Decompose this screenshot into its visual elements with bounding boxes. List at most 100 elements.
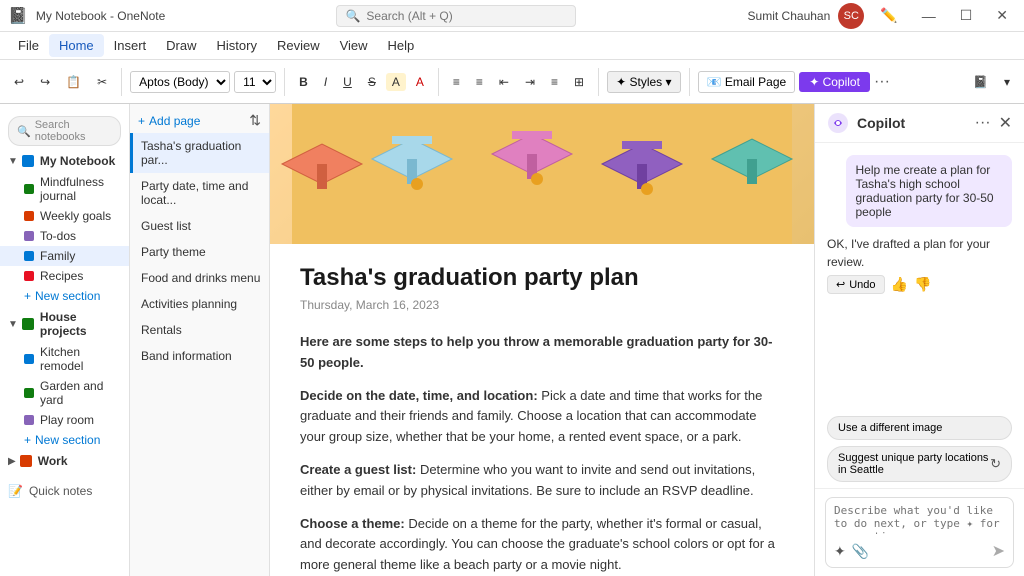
indent-button[interactable]: ⇥ xyxy=(519,71,541,93)
notebooks-search-box[interactable]: 🔍 Search notebooks xyxy=(8,116,121,146)
menu-history[interactable]: History xyxy=(207,34,267,57)
search-box[interactable]: 🔍 xyxy=(336,5,576,27)
menu-review[interactable]: Review xyxy=(267,34,330,57)
title-bar-right: Sumit Chauhan SC ✏️ — ☐ ✕ xyxy=(748,3,1016,29)
suggest-party-locations-button[interactable]: Suggest unique party locations in Seattl… xyxy=(827,446,1012,482)
house-projects-header[interactable]: ▼ House projects xyxy=(0,306,129,342)
bolt-button[interactable]: ✦ xyxy=(834,543,846,560)
work-header[interactable]: ▶ Work xyxy=(0,450,129,472)
font-family-select[interactable]: Aptos (Body) xyxy=(130,71,230,93)
page-item-band[interactable]: Band information xyxy=(130,343,269,369)
add-page-button[interactable]: + Add page xyxy=(138,114,200,128)
section-garden[interactable]: Garden and yard xyxy=(0,376,129,410)
copilot-title: Copilot xyxy=(857,115,967,131)
email-page-button[interactable]: 📧 Email Page xyxy=(698,71,796,93)
close-button[interactable]: ✕ xyxy=(988,3,1016,28)
menu-insert[interactable]: Insert xyxy=(104,34,157,57)
undo-icon: ↩ xyxy=(836,278,845,291)
thumbs-up-button[interactable]: 👍 xyxy=(891,276,908,293)
maximize-button[interactable]: ☐ xyxy=(952,3,981,28)
page-item-activities[interactable]: Activities planning xyxy=(130,291,269,317)
minimize-button[interactable]: — xyxy=(914,4,944,28)
font-color-button[interactable]: A xyxy=(410,71,430,93)
copilot-close-button[interactable]: ✕ xyxy=(999,113,1012,133)
highlight-button[interactable]: A xyxy=(386,73,406,91)
menu-view[interactable]: View xyxy=(330,34,378,57)
page-item-tasha[interactable]: Tasha's graduation par... xyxy=(130,133,269,173)
align-button[interactable]: ≡ xyxy=(545,71,564,93)
bold-button[interactable]: B xyxy=(293,71,314,93)
play-room-dot xyxy=(24,415,34,425)
page-item-guest-list[interactable]: Guest list xyxy=(130,213,269,239)
page-body[interactable]: Here are some steps to help you throw a … xyxy=(300,332,784,576)
page-item-party-theme[interactable]: Party theme xyxy=(130,239,269,265)
pages-sidebar: + Add page ⇅ Tasha's graduation par... P… xyxy=(130,104,270,576)
undo-label: Undo xyxy=(849,279,875,291)
menu-home[interactable]: Home xyxy=(49,34,104,57)
weekly-goals-label: Weekly goals xyxy=(40,209,111,223)
format-button[interactable]: ⊞ xyxy=(568,71,590,93)
undo-button-copilot[interactable]: ↩ Undo xyxy=(827,275,885,294)
page-item-rentals[interactable]: Rentals xyxy=(130,317,269,343)
menu-file[interactable]: File xyxy=(8,34,49,57)
thumbs-down-button[interactable]: 👎 xyxy=(914,276,931,293)
search-area: 🔍 xyxy=(165,5,747,27)
section-kitchen[interactable]: Kitchen remodel xyxy=(0,342,129,376)
copilot-ai-message: OK, I've drafted a plan for your review.… xyxy=(827,235,1012,294)
attach-button[interactable]: 📎 xyxy=(852,543,869,560)
pages-view-button[interactable]: ▾ xyxy=(998,71,1016,93)
italic-button[interactable]: I xyxy=(318,71,333,93)
strikethrough-button[interactable]: S xyxy=(362,71,382,93)
undo-button[interactable]: ↩ xyxy=(8,71,30,93)
garden-label: Garden and yard xyxy=(40,379,121,407)
page-item-party-date[interactable]: Party date, time and locat... xyxy=(130,173,269,213)
user-name: Sumit Chauhan xyxy=(748,9,831,23)
menu-draw[interactable]: Draw xyxy=(156,34,206,57)
section-weekly-goals[interactable]: Weekly goals xyxy=(0,206,129,226)
copilot-ribbon-button[interactable]: ✦ Copilot xyxy=(799,72,870,92)
clipboard-button[interactable]: 📋 xyxy=(60,71,87,93)
new-section-house[interactable]: +New section xyxy=(0,430,129,450)
ribbon-separator-2 xyxy=(284,68,285,96)
send-button[interactable]: ➤ xyxy=(992,541,1005,561)
redo-button[interactable]: ↪ xyxy=(34,71,56,93)
copilot-more-button[interactable]: ··· xyxy=(975,114,991,132)
section-family[interactable]: Family xyxy=(0,246,129,266)
section-date-heading: Decide on the date, time, and location: xyxy=(300,388,538,403)
font-size-select[interactable]: 11 xyxy=(234,71,276,93)
undo-area: ↩ Undo 👍 👎 xyxy=(827,275,1012,294)
outdent-button[interactable]: ⇤ xyxy=(493,71,515,93)
menu-bar: File Home Insert Draw History Review Vie… xyxy=(0,32,1024,60)
styles-button[interactable]: ✦ Styles ▾ xyxy=(607,71,680,93)
pen-icon-btn[interactable]: ✏️ xyxy=(872,3,905,28)
house-projects-expand-icon: ▼ xyxy=(8,319,18,330)
section-play-room[interactable]: Play room xyxy=(0,410,129,430)
section-todos[interactable]: To-dos xyxy=(0,226,129,246)
section-guest-para: Create a guest list: Determine who you w… xyxy=(300,460,784,502)
page-header-image xyxy=(270,104,814,244)
user-message-text: Help me create a plan for Tasha's high s… xyxy=(856,163,994,219)
search-input[interactable] xyxy=(366,9,546,23)
cut-button[interactable]: ✂ xyxy=(91,71,113,93)
kitchen-label: Kitchen remodel xyxy=(40,345,121,373)
bullet-list-button[interactable]: ≡ xyxy=(447,71,466,93)
more-options-button[interactable]: ··· xyxy=(874,73,890,91)
family-dot xyxy=(24,251,34,261)
copilot-input-actions: ✦ 📎 ➤ xyxy=(834,541,1005,561)
section-recipes[interactable]: Recipes xyxy=(0,266,129,286)
quick-notes[interactable]: 📝 Quick notes xyxy=(0,480,129,502)
page-item-food[interactable]: Food and drinks menu xyxy=(130,265,269,291)
menu-help[interactable]: Help xyxy=(378,34,425,57)
underline-button[interactable]: U xyxy=(337,71,358,93)
new-section-my-notebook[interactable]: +New section xyxy=(0,286,129,306)
my-notebook-header[interactable]: ▼ My Notebook xyxy=(0,150,129,172)
section-mindfulness[interactable]: Mindfulness journal xyxy=(0,172,129,206)
sort-pages-button[interactable]: ⇅ xyxy=(249,112,261,129)
copilot-input[interactable] xyxy=(834,504,1005,534)
numbered-list-button[interactable]: ≡ xyxy=(470,71,489,93)
weekly-goals-dot xyxy=(24,211,34,221)
suggest-label: Suggest unique party locations in Seattl… xyxy=(838,452,990,476)
notebook-view-button[interactable]: 📓 xyxy=(967,71,994,93)
title-bar: 📓 My Notebook - OneNote 🔍 Sumit Chauhan … xyxy=(0,0,1024,32)
use-different-image-button[interactable]: Use a different image xyxy=(827,416,1012,440)
